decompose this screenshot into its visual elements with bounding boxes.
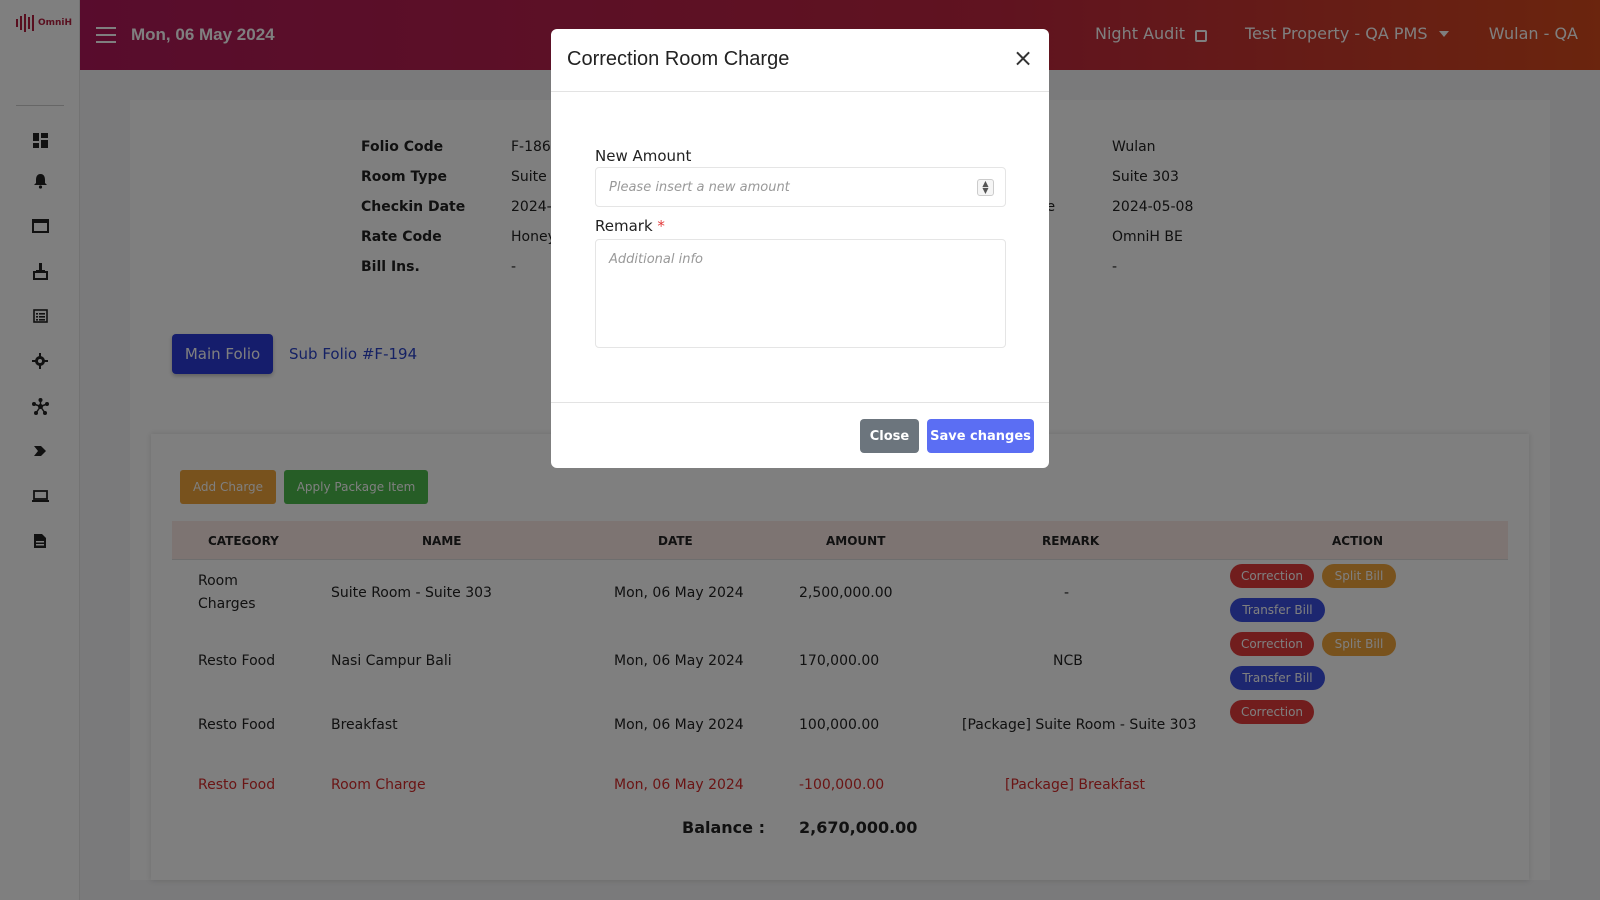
new-amount-input[interactable]: Please insert a new amount ▲ ▼ [595,167,1006,207]
number-spinner-icon[interactable]: ▲ ▼ [977,179,994,196]
modal-header-divider [551,91,1049,92]
required-asterisk: * [657,217,665,235]
remark-label-text: Remark [595,217,653,235]
remark-label: Remark * [595,217,665,235]
close-icon[interactable]: × [1011,46,1035,71]
close-button[interactable]: Close [860,419,919,453]
new-amount-placeholder: Please insert a new amount [609,180,790,195]
new-amount-label: New Amount [595,147,692,165]
correction-room-charge-modal: Correction Room Charge × New Amount Plea… [551,29,1049,468]
modal-title: Correction Room Charge [567,48,790,70]
remark-placeholder: Additional info [609,252,704,267]
remark-textarea[interactable]: Additional info [595,239,1006,348]
modal-footer-divider [551,402,1049,403]
save-changes-button[interactable]: Save changes [927,419,1034,453]
